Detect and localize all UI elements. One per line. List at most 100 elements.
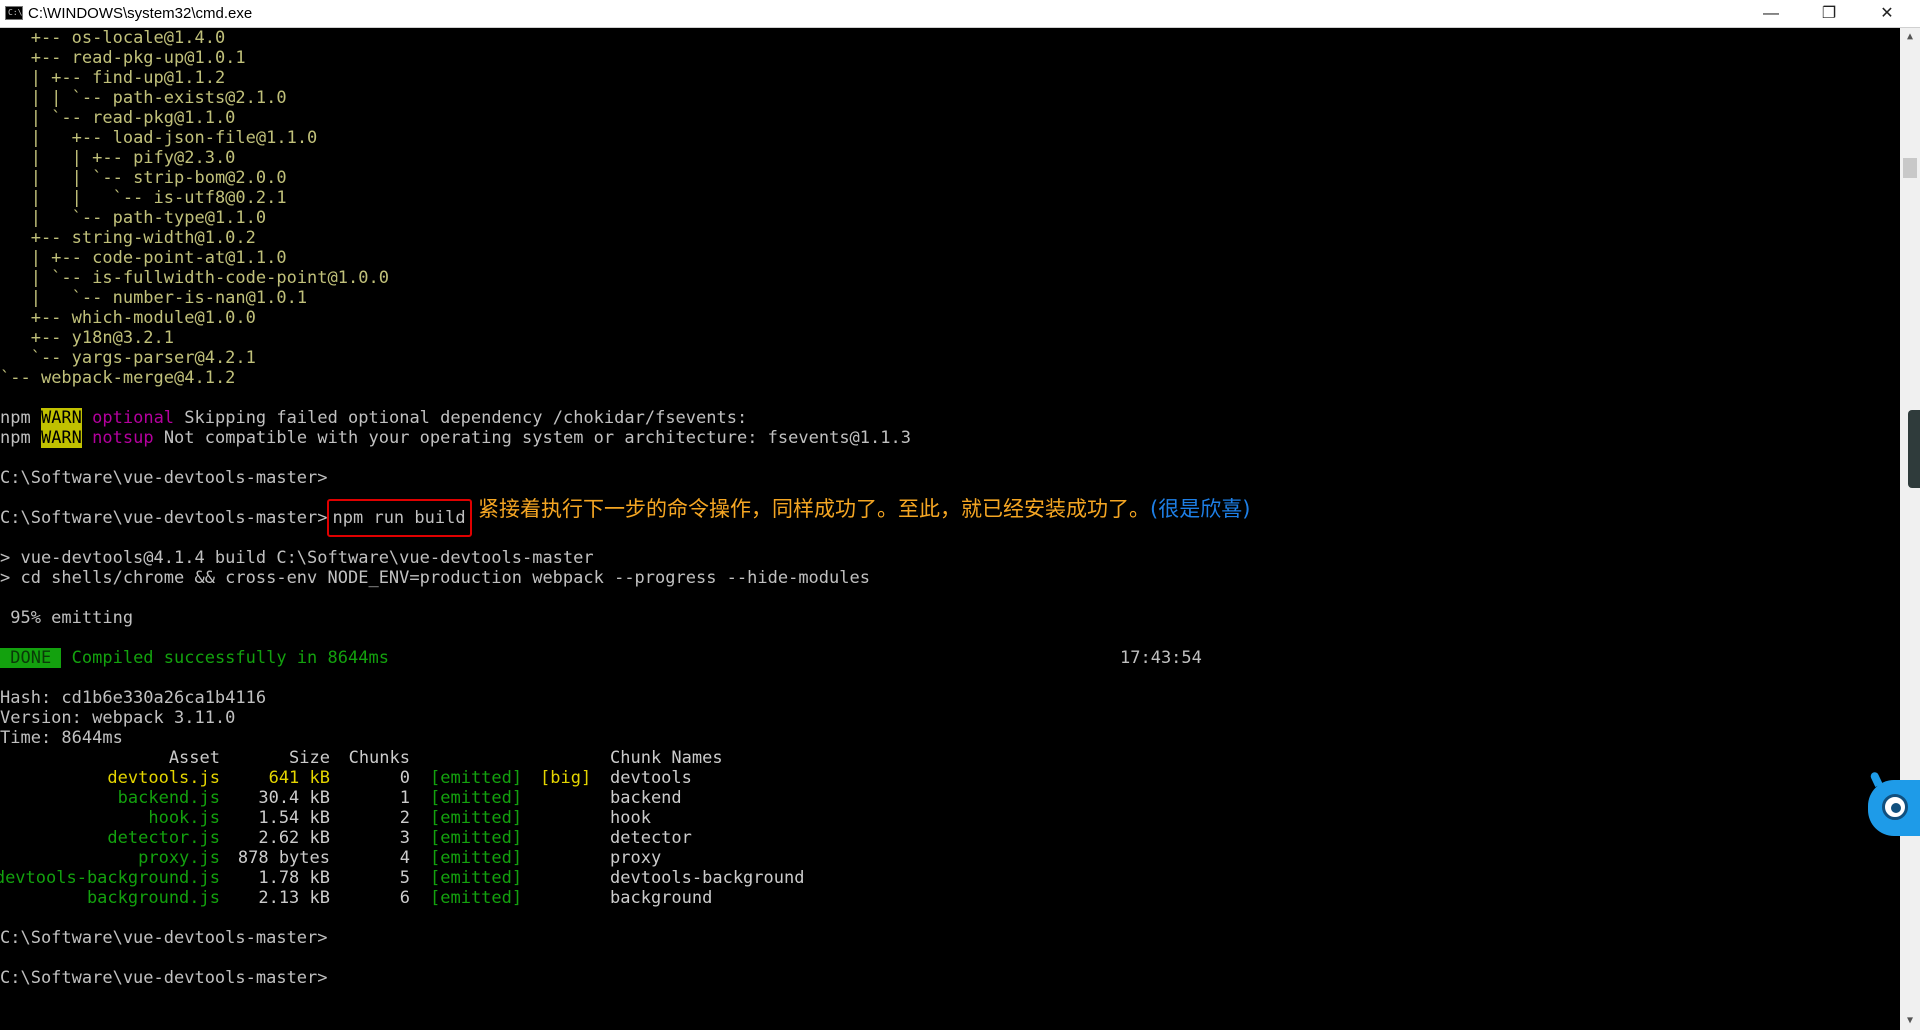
table-row: background.js 2.13 kB 6 [emitted] background [0,888,1900,908]
console-output[interactable]: +-- os-locale@1.4.0 +-- read-pkg-up@1.0.… [0,28,1900,1030]
close-button[interactable]: ✕ [1858,0,1916,27]
prompt-text: C:\Software\vue-devtools-master> [0,508,328,528]
package-name: strip-bom@2.0.0 [133,168,287,188]
asset-size: 2.13 kB [258,888,330,908]
tree-line: | | +-- pify@2.3.0 [0,148,236,168]
tree-line: +-- which-module@1.0.0 [0,308,256,328]
package-name: is-utf8@0.2.1 [153,188,287,208]
scroll-up-icon[interactable]: ▲ [1900,28,1920,46]
tree-line: +-- string-width@1.0.2 [0,228,256,248]
warn-line-notsup: npm WARN notsup Not compatible with your… [0,428,911,448]
asset-size: 30.4 kB [258,788,330,808]
asset-status: [emitted] [430,888,523,908]
tree-line: +-- y18n@3.2.1 [0,328,175,348]
chunk-name: backend [610,788,682,808]
asset-chunk: 0 [399,768,410,788]
tree-line: | `-- path-type@1.1.0 [0,208,267,228]
package-name: yargs-parser@4.2.1 [71,348,256,368]
asset-status: [emitted] [430,868,523,888]
prompt-line: C:\Software\vue-devtools-master> [0,928,328,948]
asset-name: devtools.js [107,768,220,788]
command-line: C:\Software\vue-devtools-master> npm run … [0,499,472,537]
title-bar: C:\ C:\WINDOWS\system32\cmd.exe — ❐ ✕ [0,0,1920,28]
asset-size: 878 bytes [237,848,330,868]
side-widget-tab[interactable] [1908,410,1920,488]
asset-chunk: 1 [399,788,410,808]
vertical-scrollbar[interactable]: ▲ ▼ [1900,28,1920,1030]
package-name: pify@2.3.0 [133,148,236,168]
package-name: read-pkg@1.1.0 [92,108,236,128]
table-row: proxy.js 878 bytes 4 [emitted] proxy [0,848,1900,868]
asset-chunk: 3 [399,828,410,848]
asset-name: hook.js [148,808,220,828]
package-name: load-json-file@1.1.0 [112,128,318,148]
package-name: which-module@1.0.0 [71,308,256,328]
minimize-button[interactable]: — [1742,0,1800,27]
package-name: find-up@1.1.2 [92,68,226,88]
asset-status: [emitted] [430,828,523,848]
package-name: is-fullwidth-code-point@1.0.0 [92,268,389,288]
tree-line: | | `-- is-utf8@0.2.1 [0,188,287,208]
package-name: webpack-merge@4.1.2 [40,368,236,388]
tree-line: | `-- number-is-nan@1.0.1 [0,288,308,308]
maximize-button[interactable]: ❐ [1800,0,1858,27]
table-header: Asset Size Chunks Chunk Names [0,748,1900,768]
build-timestamp: 17:43:54 [1120,648,1202,668]
chunk-name: hook [610,808,651,828]
tree-line: | +-- find-up@1.1.2 [0,68,226,88]
annotation-text: 紧接着执行下一步的命令操作，同样成功了。至此，就已经安装成功了。(很是欣喜) [478,497,1251,521]
done-line: DONE Compiled successfully in 8644ms [0,648,389,668]
header-size: Size [289,748,330,768]
table-row: devtools.js 641 kB 0 [emitted] [big] devtools [0,768,1900,788]
warn-badge: WARN [40,428,82,448]
script-line-webpack: > cd shells/chrome && cross-env NODE_ENV… [0,568,870,588]
asset-status: [emitted] [430,788,523,808]
asset-status: [emitted] [430,768,523,788]
tree-line: | | `-- path-exists@2.1.0 [0,88,287,108]
package-name: os-locale@1.4.0 [71,28,226,48]
package-name: y18n@3.2.1 [71,328,175,348]
table-row: devtools-background.js 1.78 kB 5 [emitted] d… [0,868,1900,888]
tree-line: | +-- load-json-file@1.1.0 [0,128,318,148]
chunk-name: devtools [610,768,692,788]
scroll-thumb[interactable] [1903,158,1917,178]
chunk-name: background [610,888,713,908]
chunk-name: proxy [610,848,662,868]
tree-line: +-- os-locale@1.4.0 [0,28,226,48]
asset-size: 641 kB [268,768,330,788]
asset-chunk: 4 [399,848,410,868]
table-row: detector.js 2.62 kB 3 [emitted] detector [0,828,1900,848]
tree-line: | `-- is-fullwidth-code-point@1.0.0 [0,268,389,288]
window-title: C:\WINDOWS\system32\cmd.exe [28,5,253,22]
package-name: string-width@1.0.2 [71,228,256,248]
progress-line: 95% emitting [0,608,134,628]
tree-line: | +-- code-point-at@1.1.0 [0,248,287,268]
warn-line-optional: npm WARN optional Skipping failed option… [0,408,748,428]
asset-status: [emitted] [430,848,523,868]
tree-line: +-- read-pkg-up@1.0.1 [0,48,246,68]
script-line-build: > vue-devtools@4.1.4 build C:\Software\v… [0,548,594,568]
scroll-down-icon[interactable]: ▼ [1900,1012,1920,1030]
asset-status: [emitted] [430,808,523,828]
asset-size: 1.78 kB [258,868,330,888]
version-line: Version: webpack 3.11.0 [0,708,236,728]
asset-chunk: 2 [399,808,410,828]
header-asset: Asset [168,748,220,768]
asset-name: backend.js [117,788,220,808]
prompt-line-current[interactable]: C:\Software\vue-devtools-master> [0,968,328,988]
cmd-icon[interactable]: C:\ [5,6,23,20]
package-name: path-exists@2.1.0 [112,88,287,108]
highlighted-command: npm run build [326,499,472,537]
chunk-name: detector [610,828,692,848]
asset-name: proxy.js [138,848,220,868]
tree-line: | | `-- strip-bom@2.0.0 [0,168,287,188]
package-name: read-pkg-up@1.0.1 [71,48,246,68]
mascot-search-icon[interactable] [1868,770,1920,836]
tree-line: | `-- read-pkg@1.1.0 [0,108,236,128]
table-row: hook.js 1.54 kB 2 [emitted] hook [0,808,1900,828]
asset-chunk: 5 [399,868,410,888]
asset-flag: [big] [540,768,592,788]
asset-name: background.js [86,888,220,908]
header-chunks: Chunks [348,748,410,768]
tree-line: `-- webpack-merge@4.1.2 [0,368,236,388]
